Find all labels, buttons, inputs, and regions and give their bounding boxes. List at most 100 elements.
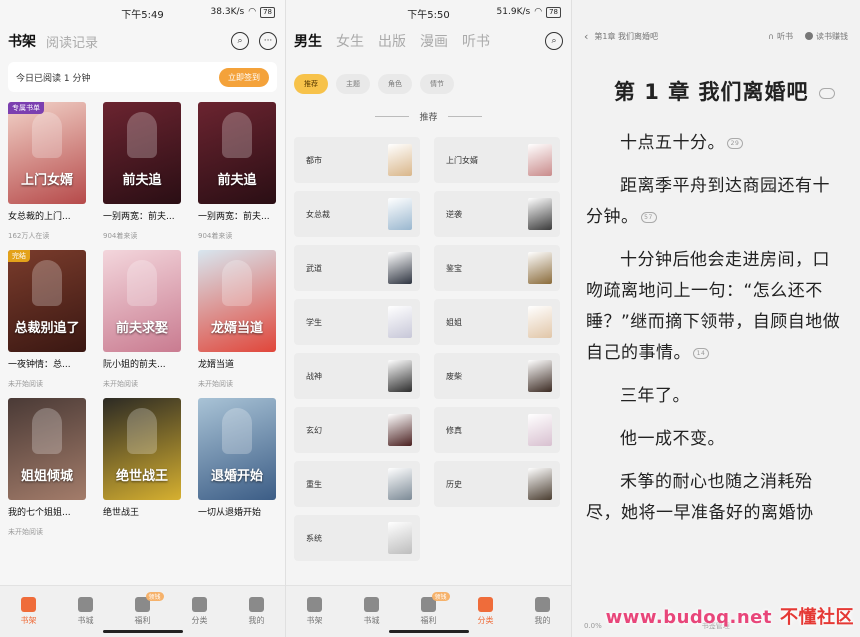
checkin-button[interactable]: 立即签到 (219, 67, 269, 87)
nav-item[interactable]: 书架 (0, 586, 57, 637)
book-card[interactable]: 前夫追 一别两宽：前夫... 904着来读 (103, 102, 181, 241)
bottom-nav: 书架 书城 福利 领钱 分类 我的 (286, 585, 571, 637)
book-cover[interactable]: 退婚开始 (198, 398, 276, 500)
book-card[interactable]: 退婚开始 一切从退婚开始 (198, 398, 276, 537)
category-card[interactable]: 修真 (434, 407, 560, 453)
book-meta: 162万人在读 (8, 232, 50, 240)
nav-icon (192, 597, 207, 612)
nav-label: 书城 (77, 616, 94, 625)
coin-icon (805, 32, 813, 40)
filter-chip[interactable]: 角色 (378, 74, 412, 94)
category-name: 系统 (306, 533, 322, 543)
comment-icon[interactable]: 14 (693, 347, 709, 359)
earn-button[interactable]: 读书赚钱 (805, 31, 848, 42)
channel-tab[interactable]: 听书 (462, 31, 490, 51)
paragraph: 十点五十分。 29 (586, 128, 846, 159)
category-thumb (528, 144, 552, 176)
book-cover[interactable]: 前夫追 (103, 102, 181, 204)
channel-tab[interactable]: 女生 (336, 31, 364, 51)
category-card[interactable]: 逆袭 (434, 191, 560, 237)
cover-title: 姐姐倾城 (20, 469, 73, 484)
category-card[interactable]: 废柴 (434, 353, 560, 399)
cover-title: 前夫追 (217, 173, 257, 188)
home-indicator (102, 630, 183, 633)
category-thumb (528, 198, 552, 230)
category-card[interactable]: 武道 (294, 245, 420, 291)
category-card[interactable]: 上门女婿 (434, 137, 560, 183)
book-card[interactable]: 龙婿当道 龙婿当道 未开始阅读 (198, 250, 276, 389)
book-card[interactable]: 完结 总裁别追了 一夜钟情：总... 未开始阅读 (8, 250, 86, 389)
category-card[interactable]: 玄幻 (294, 407, 420, 453)
wifi-icon: ◠ (534, 7, 543, 17)
paragraph: 十分钟后他会走进房间，口吻疏离地问上一句：“怎么还不睡？”继而摘下领带，自顾自地… (586, 245, 846, 369)
category-name: 修真 (446, 425, 462, 435)
category-card[interactable]: 学生 (294, 299, 420, 345)
book-cover[interactable]: 绝世战王 (103, 398, 181, 500)
category-screen: 下午5:50 51.9K/s ◠ 78 男生 女生 出版 漫画 听书 ⌕ 推荐 主题 角色情… (286, 0, 572, 637)
cover-figure (127, 112, 157, 158)
filter-chip[interactable]: 主题 (336, 74, 370, 94)
reader-screen: ‹ 第1章 我们离婚吧 ∩ 听书 读书赚钱 第 1 章 我们离婚吧 十点五十分。… (572, 0, 860, 637)
cover-figure (127, 408, 157, 454)
book-card[interactable]: 前夫追一别两宽：前夫... 904着来读 (198, 102, 276, 241)
category-card[interactable]: 系统 (294, 515, 420, 561)
nav-label: 福利 (420, 616, 437, 625)
nav-item[interactable]: 我的 (228, 586, 285, 637)
cover-figure (222, 408, 252, 454)
status-bar: 下午5:50 51.9K/s ◠ 78 (286, 0, 571, 24)
listen-button[interactable]: ∩ 听书 (768, 31, 793, 42)
more-icon[interactable]: ··· (259, 32, 277, 50)
category-name: 上门女婿 (446, 155, 478, 165)
category-card[interactable]: 鉴宝 (434, 245, 560, 291)
book-cover[interactable]: 龙婿当道 (198, 250, 276, 352)
book-cover[interactable]: 专属书单 上门女婿 (8, 102, 86, 204)
nav-icon (78, 597, 93, 612)
category-card[interactable]: 女总裁 (294, 191, 420, 237)
category-card[interactable]: 重生 (294, 461, 420, 507)
book-title: 一别两宽：前夫... (103, 212, 175, 222)
paragraph-text: 他一成不变。 (620, 429, 725, 449)
book-card[interactable]: 绝世战王 绝世战王 (103, 398, 181, 537)
book-meta: 904着来读 (198, 232, 233, 240)
filter-chip[interactable]: 情节 (420, 74, 454, 94)
cover-figure (222, 260, 252, 306)
tab-bookshelf[interactable]: 书架 (8, 31, 36, 51)
back-icon[interactable]: ‹ (584, 30, 588, 43)
reader-top-bar: ‹ 第1章 我们离婚吧 ∩ 听书 读书赚钱 (572, 22, 860, 50)
comment-icon[interactable]: 29 (727, 137, 743, 149)
category-thumb (528, 414, 552, 446)
book-cover[interactable]: 前夫追 (198, 102, 276, 204)
book-flag-badge: 完结 (8, 250, 30, 262)
book-cover[interactable]: 前夫求娶 (103, 250, 181, 352)
search-icon[interactable]: ⌕ (231, 32, 249, 50)
category-name: 战神 (306, 371, 322, 381)
bottom-nav: 书架 书城 福利 领钱 分类 我的 (0, 585, 285, 637)
bookshelf-header: 书架 阅读记录 ⌕ ··· (0, 24, 285, 58)
cover-figure (32, 112, 62, 158)
network-speed: 38.3K/s (210, 7, 245, 17)
comment-icon[interactable] (818, 87, 835, 99)
book-card[interactable]: 专属书单 上门女婿 女总裁的上门... 162万人在读 (8, 102, 86, 241)
book-meta: 未开始阅读 (8, 380, 43, 388)
nav-item[interactable]: 书架 (286, 586, 343, 637)
category-card[interactable]: 战神 (294, 353, 420, 399)
category-card[interactable]: 姐姐 (434, 299, 560, 345)
book-card[interactable]: 姐姐倾城 我的七个姐姐... 未开始阅读 (8, 398, 86, 537)
channel-tab[interactable]: 漫画 (420, 31, 448, 51)
book-flag-badge: 专属书单 (8, 102, 44, 114)
book-cover[interactable]: 完结 总裁别追了 (8, 250, 86, 352)
category-card[interactable]: 都市 (294, 137, 420, 183)
comment-icon[interactable]: 57 (640, 211, 657, 223)
filter-chip[interactable]: 推荐 (294, 74, 328, 94)
book-title: 一别两宽：前夫... (198, 212, 270, 222)
book-card[interactable]: 前夫求娶 阮小姐的前夫... 未开始阅读 (103, 250, 181, 389)
channel-tab[interactable]: 出版 (378, 31, 406, 51)
channel-tab[interactable]: 男生 (294, 31, 322, 51)
tab-reading-history[interactable]: 阅读记录 (46, 32, 98, 51)
paragraph-text: 三年了。 (620, 386, 690, 406)
category-thumb (388, 144, 412, 176)
book-cover[interactable]: 姐姐倾城 (8, 398, 86, 500)
category-card[interactable]: 历史 (434, 461, 560, 507)
nav-item[interactable]: 我的 (514, 586, 571, 637)
search-icon[interactable]: ⌕ (545, 32, 563, 50)
